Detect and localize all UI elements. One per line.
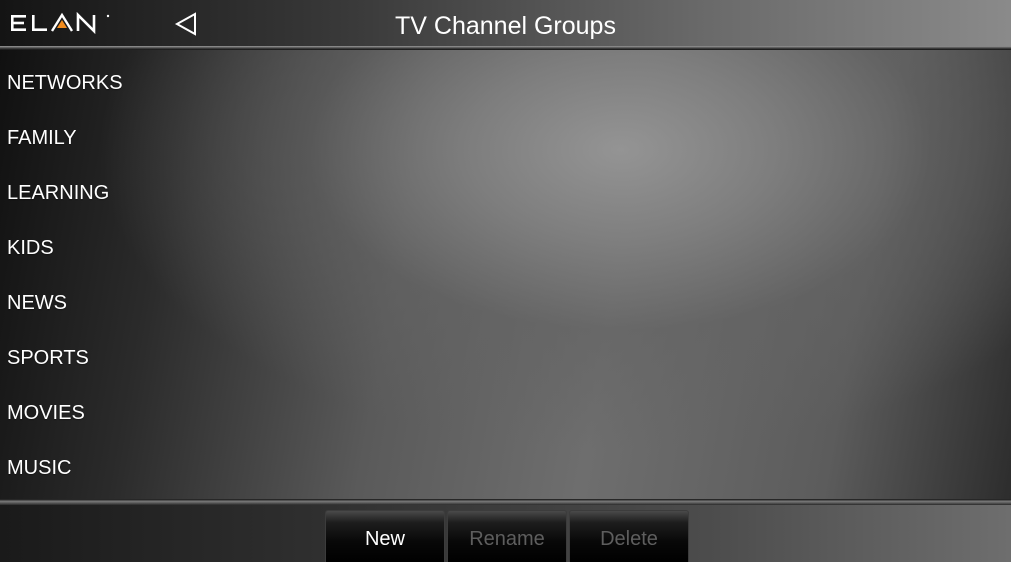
- app-screen: TV Channel Groups NETWORKS FAMILY LEARNING…: [0, 0, 1011, 562]
- rename-button[interactable]: Rename: [447, 510, 567, 562]
- channel-group-item-music[interactable]: MUSIC: [0, 440, 1011, 495]
- channel-group-item-family[interactable]: FAMILY: [0, 110, 1011, 165]
- channel-group-item-news[interactable]: NEWS: [0, 275, 1011, 330]
- channel-group-item-movies[interactable]: MOVIES: [0, 385, 1011, 440]
- header-divider: [0, 46, 1011, 50]
- elan-logo: [10, 11, 112, 35]
- header-bar: [0, 0, 1011, 47]
- channel-group-item-sports[interactable]: SPORTS: [0, 330, 1011, 385]
- back-triangle-icon: [174, 12, 196, 36]
- channel-group-list: NETWORKS FAMILY LEARNING KIDS NEWS SPORTS MOVI…: [0, 55, 1011, 495]
- delete-button[interactable]: Delete: [569, 510, 689, 562]
- channel-group-item-learning[interactable]: LEARNING: [0, 165, 1011, 220]
- channel-group-item-networks[interactable]: NETWORKS: [0, 55, 1011, 110]
- channel-group-item-kids[interactable]: KIDS: [0, 220, 1011, 275]
- new-button[interactable]: New: [325, 510, 445, 562]
- back-button[interactable]: [168, 8, 204, 40]
